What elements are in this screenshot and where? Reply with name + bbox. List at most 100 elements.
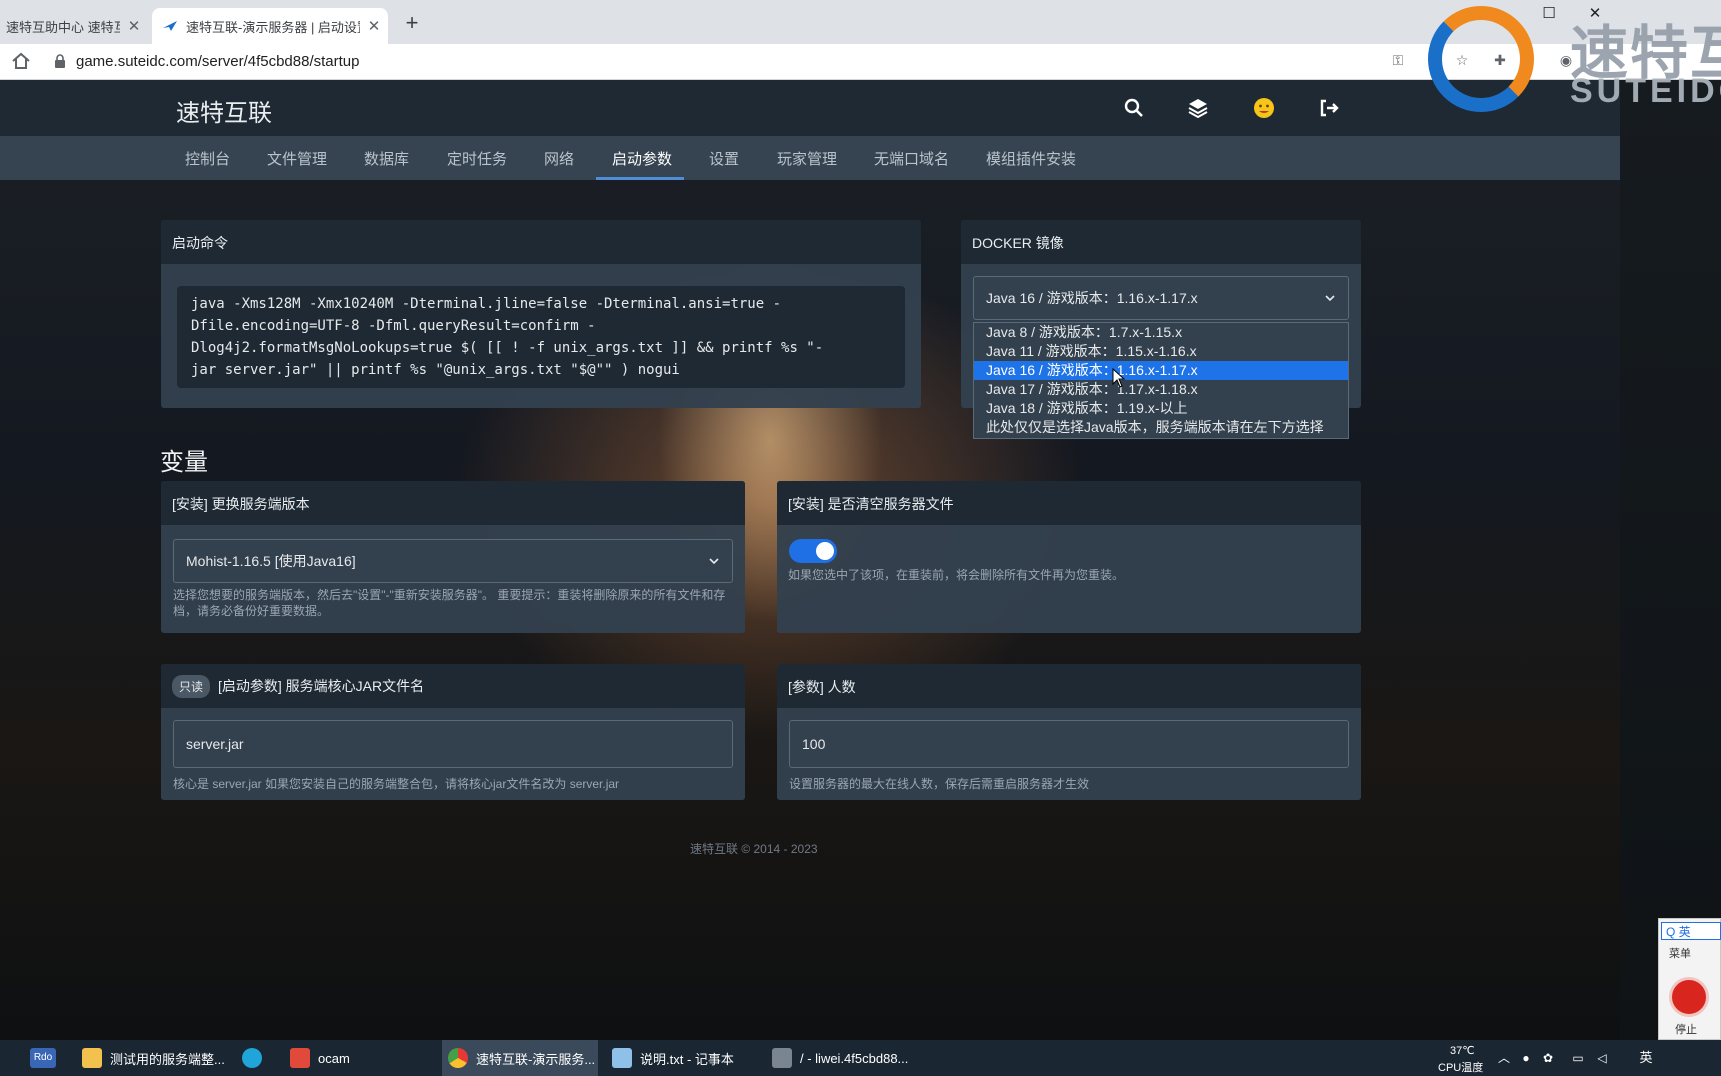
input-language[interactable]: 英 (1638, 1050, 1654, 1066)
lock-icon[interactable] (54, 54, 66, 69)
dropdown-option[interactable]: Java 8 / 游戏版本：1.7.x-1.15.x (974, 323, 1348, 342)
folder-icon (82, 1048, 102, 1068)
max-players-input[interactable]: 100 (789, 720, 1349, 768)
help-text: 设置服务器的最大在线人数，保存后需重启服务器才生效 (789, 777, 1090, 791)
dropdown-option[interactable]: Java 18 / 游戏版本：1.19.x-以上 (974, 399, 1348, 418)
tab-network[interactable]: 网络 (544, 148, 574, 169)
volume-icon[interactable]: ◁ (1594, 1050, 1610, 1066)
chevron-down-icon (1325, 295, 1335, 302)
taskbar-ftp[interactable]: / - liwei.4f5cbd88... (766, 1040, 926, 1076)
url-text[interactable]: game.suteidc.com/server/4f5cbd88/startup (76, 53, 359, 70)
command-line: Dfile.encoding=UTF-8 -Dfml.queryResult=c… (191, 318, 596, 334)
jar-name-input[interactable]: server.jar (173, 720, 733, 768)
home-icon[interactable] (10, 50, 32, 72)
avatar[interactable] (1252, 96, 1276, 120)
mouse-cursor-icon (1112, 368, 1126, 388)
dropdown-option[interactable]: Java 17 / 游戏版本：1.17.x-1.18.x (974, 380, 1348, 399)
logout-icon[interactable] (1317, 96, 1341, 120)
tab-console[interactable]: 控制台 (185, 148, 230, 169)
dropdown-option[interactable]: Java 11 / 游戏版本：1.15.x-1.16.x (974, 342, 1348, 361)
edge-icon (242, 1048, 262, 1068)
help-text: 选择您想要的服务端版本，然后去"设置"-"重新安装服务器"。 重要提示：重装将删… (173, 588, 726, 618)
docker-image-dropdown: Java 8 / 游戏版本：1.7.x-1.15.x Java 11 / 游戏版… (973, 322, 1349, 439)
wipe-files-toggle[interactable] (789, 539, 837, 563)
taskbar-folder[interactable]: 测试用的服务端整... (76, 1040, 228, 1076)
new-tab-button[interactable]: + (400, 12, 424, 36)
panel-title: DOCKER 镜像 (961, 220, 1361, 264)
tab-title: 速特互助中心 速特互联 (6, 19, 120, 35)
panel-title: 启动命令 (161, 220, 921, 264)
tab-players[interactable]: 玩家管理 (777, 148, 837, 169)
panel-title: [安装] 更换服务端版本 (161, 481, 745, 525)
microphone-icon[interactable]: ● (1518, 1050, 1534, 1066)
active-tab-indicator (596, 177, 684, 180)
stop-record-icon[interactable] (1669, 977, 1709, 1017)
background-window (1620, 80, 1721, 1040)
readonly-badge: 只读 (172, 675, 211, 698)
jar-name-panel: 只读 [启动参数] 服务端核心JAR文件名 server.jar 核心是 serv… (161, 664, 745, 800)
layers-icon[interactable] (1186, 96, 1210, 120)
footer-copyright: 速特互联 © 2014 - 2023 (690, 842, 818, 856)
taskbar-edge[interactable] (236, 1040, 276, 1076)
panel-title: 只读 [启动参数] 服务端核心JAR文件名 (161, 664, 745, 708)
chevron-down-icon (709, 558, 719, 565)
close-icon[interactable]: ✕ (126, 17, 142, 35)
ime-language[interactable]: Q 英 (1661, 922, 1721, 940)
max-players-panel: [参数] 人数 100 设置服务器的最大在线人数，保存后需重启服务器才生效 (777, 664, 1361, 800)
browser-tab-startup[interactable]: 速特互联-演示服务器 | 启动设置 ✕ (152, 8, 388, 44)
browser-tab-help-center[interactable]: 速特互助中心 速特互联 ✕ (0, 8, 148, 44)
help-text: 如果您选中了该项，在重装前，将会删除所有文件再为您重装。 (788, 568, 1125, 582)
startup-command-panel: 启动命令 java -Xms128M -Xmx10240M -Dterminal… (161, 220, 921, 408)
notepad-icon (612, 1048, 632, 1068)
wipe-files-panel: [安装] 是否清空服务器文件 如果您选中了该项，在重装前，将会删除所有文件再为您… (777, 481, 1361, 633)
taskbar-label: ocam (318, 1050, 350, 1066)
dropdown-option[interactable]: 此处仅仅是选择Java版本，服务端版本请在左下方选择 (974, 418, 1348, 437)
select-value: Mohist-1.16.5 [使用Java16] (186, 553, 356, 569)
taskbar-ocam[interactable]: ocam (284, 1040, 374, 1076)
ime-language-label: 英 (1678, 925, 1691, 939)
ime-widget: Q 英 菜单 停止 (1658, 918, 1721, 1040)
maximize-icon[interactable]: ☐ (1534, 4, 1564, 28)
taskbar-chrome[interactable]: 速特互联-演示服务... (442, 1040, 598, 1076)
tab-schedules[interactable]: 定时任务 (447, 148, 507, 169)
chrome-icon (448, 1048, 468, 1068)
taskbar-notepad[interactable]: 说明.txt - 记事本 (606, 1040, 758, 1076)
select-value: Java 16 / 游戏版本：1.16.x-1.17.x (986, 290, 1198, 306)
site-brand[interactable]: 速特互联 (176, 93, 272, 128)
ime-menu[interactable]: 菜单 (1669, 945, 1691, 961)
docker-image-select[interactable]: Java 16 / 游戏版本：1.16.x-1.17.x (973, 276, 1349, 320)
tray-app-icon[interactable]: ✿ (1540, 1050, 1556, 1066)
panel-title: [安装] 是否清空服务器文件 (777, 481, 1361, 525)
tab-title: 速特互联-演示服务器 | 启动设置 (186, 19, 360, 35)
tab-database[interactable]: 数据库 (364, 148, 409, 169)
cpu-temp: 37℃ (1450, 1045, 1475, 1057)
tab-mods[interactable]: 模组插件安装 (986, 148, 1076, 169)
tab-settings[interactable]: 设置 (709, 148, 739, 169)
command-line: java -Xms128M -Xmx10240M -Dterminal.jlin… (191, 296, 782, 312)
tab-startup[interactable]: 启动参数 (612, 148, 672, 169)
page-background: 速特互联 控制台 文件管理 数据库 定时任务 网络 启动参数 设置 玩家管理 无… (0, 80, 1620, 1040)
network-icon[interactable]: ▭ (1570, 1050, 1586, 1066)
close-icon[interactable]: ✕ (366, 17, 382, 35)
dropdown-option-selected[interactable]: Java 16 / 游戏版本：1.16.x-1.17.x (974, 361, 1348, 380)
ocam-icon (290, 1048, 310, 1068)
rdo-icon: Rdo (30, 1048, 56, 1068)
panel-title-text: [启动参数] 服务端核心JAR文件名 (218, 678, 425, 694)
taskbar-rdo[interactable]: Rdo (30, 1040, 64, 1076)
tray-expand-icon[interactable]: ︿ (1496, 1050, 1512, 1066)
watermark-logo (1428, 6, 1534, 112)
watermark-subtext: SUTEIDC (1570, 72, 1721, 110)
search-icon[interactable] (1122, 96, 1146, 120)
taskbar-label: 说明.txt - 记事本 (640, 1051, 734, 1067)
toggle-knob (816, 542, 834, 560)
site-favicon-icon (163, 21, 177, 31)
server-version-select[interactable]: Mohist-1.16.5 [使用Java16] (173, 539, 733, 583)
key-icon[interactable]: ⚿ (1388, 52, 1408, 72)
command-line: jar server.jar" || printf %s "@unix_args… (191, 362, 680, 378)
startup-command: java -Xms128M -Xmx10240M -Dterminal.jlin… (177, 286, 905, 388)
top-navbar: 速特互联 (0, 80, 1620, 136)
ftp-icon (772, 1048, 792, 1068)
tab-files[interactable]: 文件管理 (267, 148, 327, 169)
command-line: Dlog4j2.formatMsgNoLookups=true $( [[ ! … (191, 340, 824, 356)
tab-domain[interactable]: 无端口域名 (874, 148, 949, 169)
